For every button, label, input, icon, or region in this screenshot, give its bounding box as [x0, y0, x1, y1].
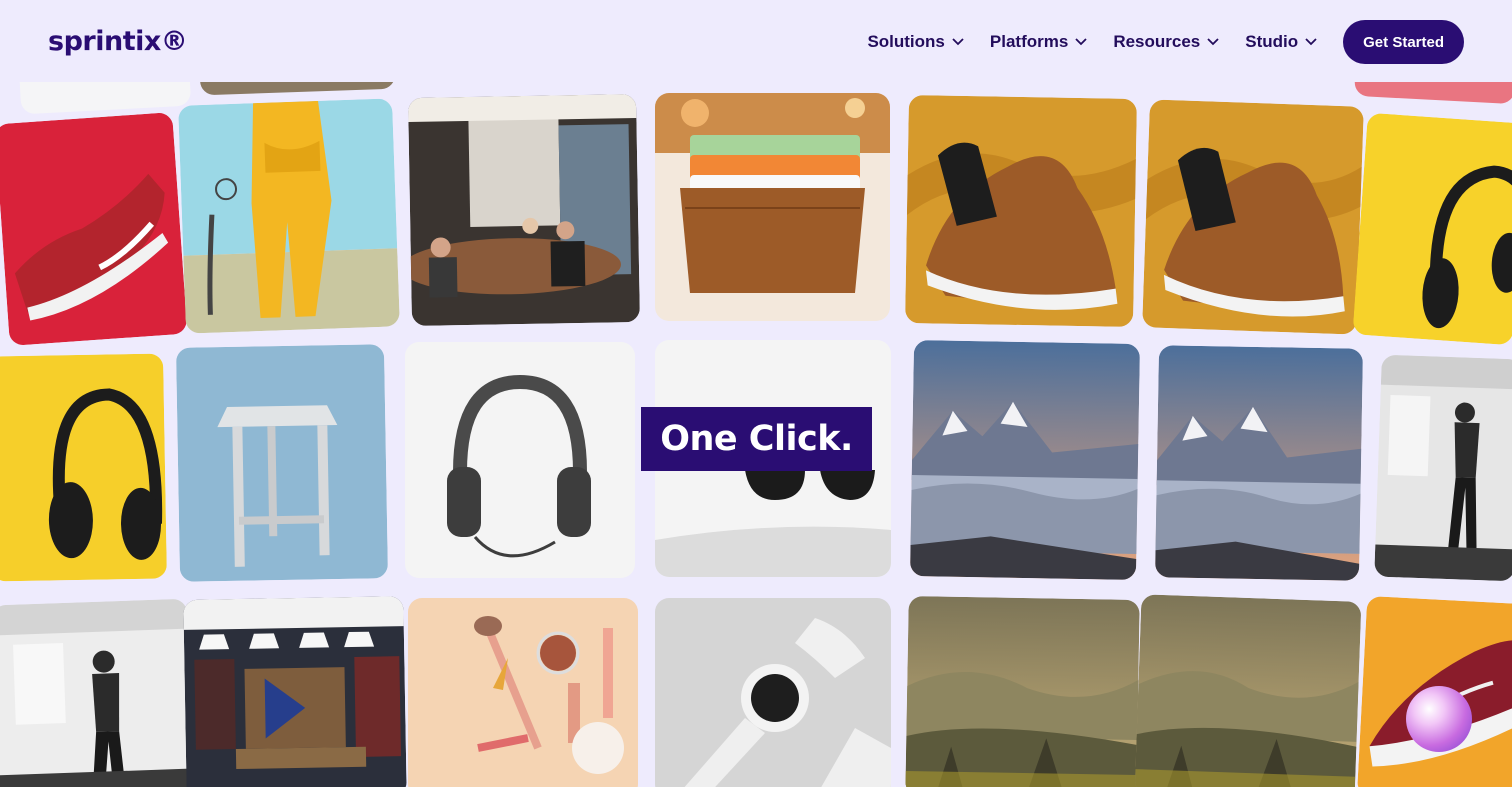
top-navigation-bar: sprintix® Solutions Platforms Resources … — [0, 0, 1512, 82]
nav-resources-label: Resources — [1113, 32, 1201, 51]
image-gallery: One Click. — [0, 0, 1512, 787]
get-started-button[interactable]: Get Started — [1343, 20, 1464, 64]
gallery-tile-meeting-room — [408, 94, 640, 326]
nav-platforms[interactable]: Platforms — [990, 32, 1087, 52]
nav-platforms-label: Platforms — [989, 32, 1069, 51]
gallery-tile-mountain-valley — [905, 595, 1140, 787]
chevron-down-icon — [1075, 38, 1087, 46]
gallery-tile-smartwatch — [655, 598, 891, 787]
nav-studio[interactable]: Studio — [1245, 32, 1317, 52]
gallery-tile-mountains-clouds — [1154, 345, 1364, 581]
floating-orb — [1406, 686, 1472, 752]
gallery-tile-headphones-yellow — [1352, 112, 1512, 346]
gallery-tile-gym-woman — [1374, 354, 1512, 582]
gallery-tile-brown-sneaker — [905, 95, 1137, 327]
gallery-tile-headphones-yellow — [0, 353, 167, 582]
hero-headline: One Click. — [641, 407, 872, 471]
chevron-down-icon — [1207, 38, 1219, 46]
chevron-down-icon — [952, 38, 964, 46]
nav-solutions-label: Solutions — [867, 32, 945, 51]
sprintix-logo[interactable]: sprintix® — [48, 26, 188, 57]
gallery-tile-yellow-tracksuit — [178, 98, 400, 334]
gallery-tile-gym-woman — [0, 598, 194, 787]
nav-solutions[interactable]: Solutions — [867, 32, 964, 52]
main-nav: Solutions Platforms Resources Studio Get… — [867, 20, 1464, 64]
gallery-tile-makeup — [408, 598, 638, 787]
nav-resources[interactable]: Resources — [1113, 32, 1219, 52]
gallery-tile-red-sneaker — [0, 112, 188, 346]
gallery-tile-card-wallet — [655, 93, 890, 321]
gallery-tile-clothing-store — [183, 596, 407, 787]
gallery-tile-stool — [175, 344, 389, 582]
gallery-tile-brown-sneaker — [1142, 99, 1364, 335]
nav-studio-label: Studio — [1245, 32, 1299, 51]
gallery-tile-headphones-white — [405, 342, 635, 578]
gallery-tile-mountains-clouds — [909, 340, 1141, 580]
gallery-tile-mountain-valley — [1134, 594, 1362, 787]
chevron-down-icon — [1305, 38, 1317, 46]
